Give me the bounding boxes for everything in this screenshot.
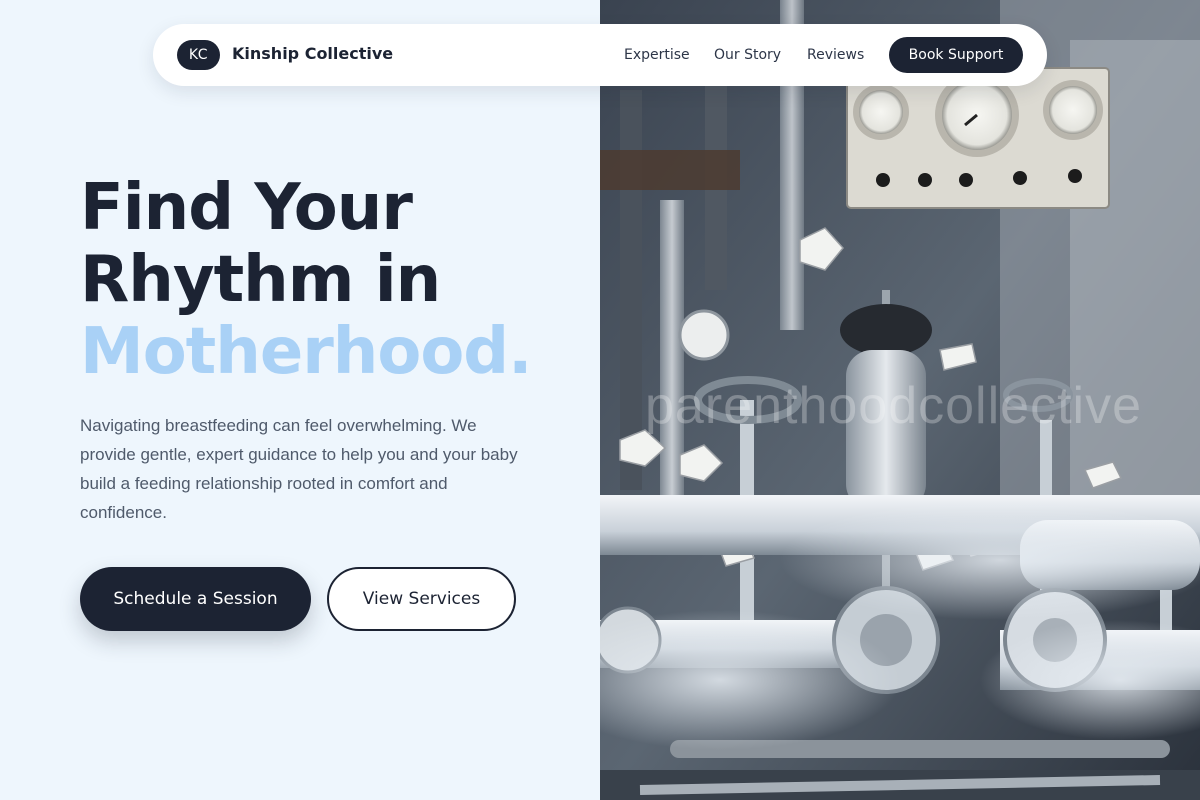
nav-link-expertise[interactable]: Expertise xyxy=(624,47,690,63)
hero-left-panel xyxy=(0,0,600,800)
hero-title: Find Your Rhythm in Motherhood. xyxy=(80,172,600,388)
hero-title-line-1: Find Your xyxy=(80,171,413,245)
brand-logo-badge[interactable]: KC xyxy=(177,40,220,70)
top-navbar: KC Kinship Collective Expertise Our Stor… xyxy=(153,24,1047,86)
view-services-button[interactable]: View Services xyxy=(327,567,516,631)
nav-link-our-story[interactable]: Our Story xyxy=(714,47,781,63)
nav-link-reviews[interactable]: Reviews xyxy=(807,47,864,63)
book-support-button[interactable]: Book Support xyxy=(889,37,1023,73)
hero-description: Navigating breastfeeding can feel overwh… xyxy=(80,416,518,522)
hero-title-accent: Motherhood. xyxy=(80,315,532,389)
brand-name[interactable]: Kinship Collective xyxy=(232,44,393,63)
industrial-valves-illustration xyxy=(600,0,1200,800)
schedule-session-button[interactable]: Schedule a Session xyxy=(80,567,311,631)
hero-title-line-2: Rhythm in xyxy=(80,243,441,317)
hero-image xyxy=(600,0,1200,800)
